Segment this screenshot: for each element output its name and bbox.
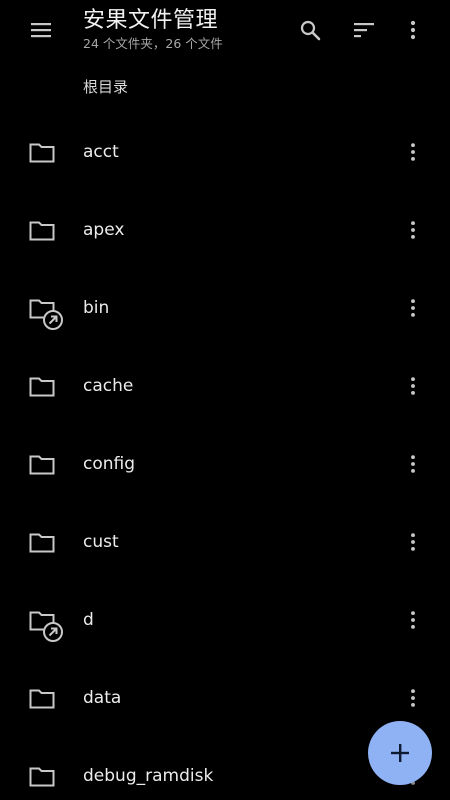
file-name: apex [83, 220, 125, 240]
file-name: acct [83, 142, 119, 162]
file-name: config [83, 454, 136, 474]
item-more-button[interactable] [398, 135, 428, 169]
add-button[interactable] [368, 721, 432, 785]
file-list-item[interactable]: apex [0, 191, 450, 269]
file-manager-app: 安果文件管理 24 个文件夹，26 个文件 根目录 acct apex bin … [0, 0, 450, 800]
sort-icon [354, 23, 374, 38]
more-vert-icon [411, 143, 415, 161]
file-name: cache [83, 376, 134, 396]
title-block: 安果文件管理 24 个文件夹，26 个文件 [83, 7, 223, 52]
folder-icon [29, 689, 55, 709]
symlink-badge-icon [43, 310, 63, 330]
more-vert-icon [411, 689, 415, 707]
folder-icon [29, 455, 55, 475]
folder-icon [29, 533, 55, 553]
item-more-button[interactable] [398, 525, 428, 559]
file-list-item[interactable]: config [0, 425, 450, 503]
file-list-item[interactable]: cust [0, 503, 450, 581]
file-name: cust [83, 532, 119, 552]
more-vert-icon [410, 20, 416, 40]
more-vert-icon [411, 533, 415, 551]
menu-icon [31, 23, 51, 38]
folder-icon [29, 143, 55, 163]
item-more-button[interactable] [398, 447, 428, 481]
more-vert-icon [411, 611, 415, 629]
file-name: bin [83, 298, 110, 318]
app-title: 安果文件管理 [83, 8, 219, 33]
item-more-button[interactable] [398, 603, 428, 637]
more-vert-icon [411, 221, 415, 239]
item-more-button[interactable] [398, 369, 428, 403]
folder-icon [29, 767, 55, 787]
search-button[interactable] [288, 8, 332, 52]
file-name: data [83, 688, 122, 708]
file-list-item[interactable]: acct [0, 113, 450, 191]
file-list: acct apex bin cache config cust d data debug_ram… [0, 113, 450, 800]
file-name: debug_ramdisk [83, 766, 214, 786]
file-name: d [83, 610, 94, 630]
breadcrumb[interactable]: 根目录 [83, 77, 128, 97]
more-vert-icon [411, 299, 415, 317]
file-list-item[interactable]: cache [0, 347, 450, 425]
symlink-badge-icon [43, 622, 63, 642]
overflow-menu-button[interactable] [391, 8, 435, 52]
plus-icon [391, 744, 409, 762]
folder-file-count: 24 个文件夹，26 个文件 [83, 36, 223, 51]
file-list-item[interactable]: bin [0, 269, 450, 347]
more-vert-icon [411, 377, 415, 395]
item-more-button[interactable] [398, 681, 428, 715]
sort-button[interactable] [342, 8, 386, 52]
folder-icon [29, 221, 55, 241]
file-list-item[interactable]: d [0, 581, 450, 659]
menu-button[interactable] [19, 8, 63, 52]
search-icon [300, 20, 321, 41]
top-app-bar: 安果文件管理 24 个文件夹，26 个文件 [0, 0, 450, 62]
item-more-button[interactable] [398, 213, 428, 247]
folder-icon [29, 377, 55, 397]
more-vert-icon [411, 455, 415, 473]
item-more-button[interactable] [398, 291, 428, 325]
